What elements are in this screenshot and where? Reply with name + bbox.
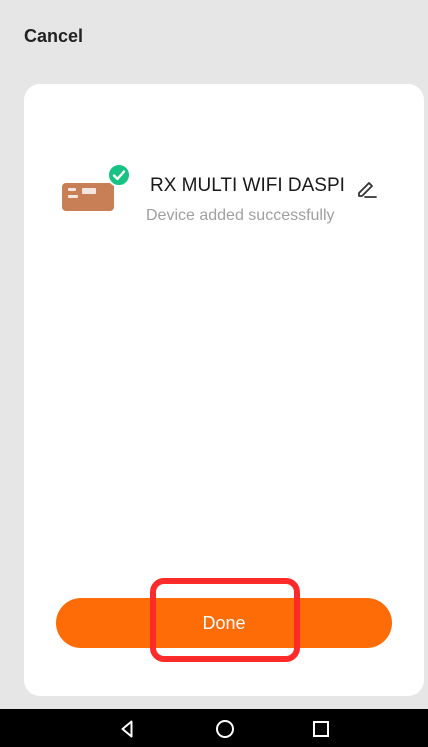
check-circle-icon [107, 163, 131, 187]
back-triangle-icon[interactable] [116, 718, 138, 740]
device-module-icon [62, 183, 114, 211]
done-button-label: Done [202, 613, 246, 633]
module-label-mark [68, 188, 76, 191]
device-name: RX MULTI WIFI DASPI [150, 175, 345, 196]
module-label-mark [68, 195, 78, 198]
cancel-button[interactable]: Cancel [24, 26, 83, 47]
module-label-mark [82, 188, 96, 194]
top-bar: Cancel [0, 0, 428, 80]
done-button[interactable]: Done [56, 598, 392, 648]
device-status-text: Device added successfully [146, 207, 335, 224]
home-circle-icon[interactable] [214, 718, 236, 740]
android-nav-bar [0, 709, 428, 747]
edit-name-icon[interactable] [355, 176, 379, 200]
recents-square-icon[interactable] [310, 718, 332, 740]
